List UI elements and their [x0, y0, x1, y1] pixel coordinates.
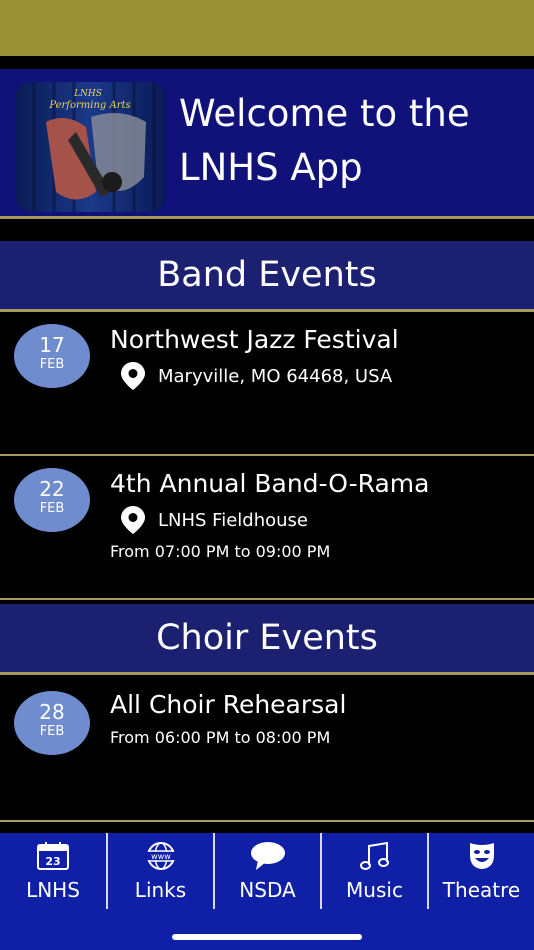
event-time: From 07:00 PM to 09:00 PM [110, 542, 331, 561]
theatre-mask-icon [467, 841, 497, 871]
location-text: Maryville, MO 64468, USA [158, 365, 393, 387]
event-location: LNHS Fieldhouse [121, 506, 308, 534]
event-row-northwest-jazz[interactable]: 17 FEB Northwest Jazz Festival Maryville… [0, 312, 534, 456]
home-indicator [172, 934, 362, 940]
calendar-icon-text: 23 [45, 855, 60, 868]
tab-label: Music [346, 878, 403, 902]
globe-www-icon: www [144, 841, 178, 871]
date-badge: 17 FEB [14, 324, 90, 388]
date-day: 22 [39, 477, 65, 501]
app-screen: LNHS Performing Arts Welcome to the LNHS… [0, 0, 534, 950]
event-time: From 06:00 PM to 08:00 PM [110, 728, 331, 747]
location-pin-icon [121, 506, 145, 534]
event-location: Maryville, MO 64468, USA [121, 362, 392, 390]
tab-label: Links [134, 878, 187, 902]
tab-label: LNHS [26, 878, 80, 902]
speech-bubble-icon [250, 841, 286, 871]
date-month: FEB [39, 357, 65, 372]
event-title: All Choir Rehearsal [110, 690, 347, 719]
svg-text:Performing Arts: Performing Arts [48, 100, 130, 111]
event-row-all-choir-rehearsal[interactable]: 28 FEB All Choir Rehearsal From 06:00 PM… [0, 676, 534, 822]
tab-theatre[interactable]: Theatre [429, 833, 534, 909]
welcome-title: Welcome to the LNHS App [179, 92, 470, 189]
band-events-header: Band Events [0, 241, 534, 312]
location-pin-icon [121, 362, 145, 390]
svg-text:LNHS: LNHS [73, 89, 102, 99]
tab-music[interactable]: Music [322, 833, 427, 909]
music-note-icon [359, 841, 390, 871]
tab-lnhs[interactable]: 23 LNHS [0, 833, 106, 909]
welcome-banner: LNHS Performing Arts Welcome to the LNHS… [0, 69, 534, 219]
event-title: Northwest Jazz Festival [110, 325, 399, 354]
date-month: FEB [39, 501, 65, 516]
tab-label: NSDA [239, 878, 296, 902]
globe-icon-text: www [151, 852, 171, 861]
tab-label: Theatre [442, 878, 521, 902]
bottom-tab-bar: 23 LNHS www Links NSDA Music Theatre [0, 833, 534, 950]
choir-events-header: Choir Events [0, 604, 534, 675]
tab-links[interactable]: www Links [108, 833, 213, 909]
status-bar [0, 0, 534, 56]
date-day: 17 [39, 333, 65, 357]
calendar-icon: 23 [36, 841, 70, 871]
performing-arts-logo: LNHS Performing Arts [16, 82, 165, 212]
date-day: 28 [39, 700, 65, 724]
date-month: FEB [39, 724, 65, 739]
date-badge: 22 FEB [14, 468, 90, 532]
event-row-band-o-rama[interactable]: 22 FEB 4th Annual Band-O-Rama LNHS Field… [0, 456, 534, 600]
date-badge: 28 FEB [14, 691, 90, 755]
event-title: 4th Annual Band-O-Rama [110, 469, 430, 498]
location-text: LNHS Fieldhouse [158, 509, 309, 531]
tab-nsda[interactable]: NSDA [215, 833, 320, 909]
